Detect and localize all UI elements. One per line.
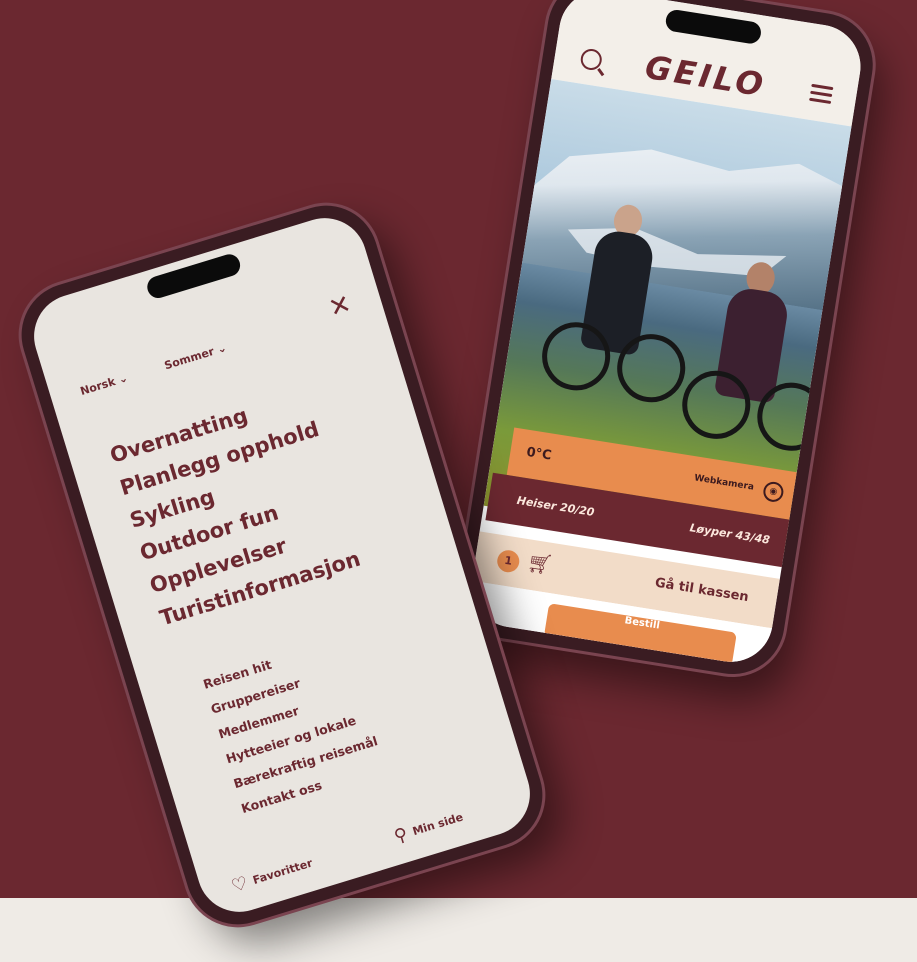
close-icon[interactable]: ✕: [325, 289, 355, 324]
mountain-shape: [492, 110, 866, 321]
my-page-link[interactable]: ⚲Min side: [391, 807, 466, 848]
my-page-label: Min side: [411, 810, 465, 839]
season-select[interactable]: Sommer ⌄: [163, 341, 228, 372]
user-icon: ⚲: [391, 823, 411, 848]
lifts-status: Heiser 20/20: [515, 493, 596, 519]
favorites-label: Favoritter: [251, 856, 315, 887]
favorites-link[interactable]: ♡Favoritter: [228, 853, 315, 898]
temperature-text: 0°C: [525, 444, 553, 464]
hamburger-menu-icon[interactable]: [809, 83, 834, 105]
language-select[interactable]: Norsk ⌄: [79, 371, 130, 398]
cart-icon[interactable]: 🛒︎: [526, 549, 555, 577]
webcam-icon[interactable]: ◉: [761, 480, 785, 504]
checkout-link[interactable]: Gå til kassen: [654, 576, 750, 606]
menu-screen: Norsk ⌄ Sommer ⌄ ✕ Overnatting Planlegg …: [23, 207, 541, 923]
phone-app-home: GEILO 0°C Webkamera ◉ Heiser 20/20 Løype…: [451, 0, 881, 682]
cart-count-badge: 1: [495, 548, 521, 574]
heart-icon: ♡: [228, 872, 251, 898]
app-screen: GEILO 0°C Webkamera ◉ Heiser 20/20 Løype…: [465, 0, 867, 668]
slopes-status: Løyper 43/48: [688, 521, 771, 547]
webcam-link[interactable]: Webkamera: [694, 473, 755, 492]
main-menu: Overnatting Planlegg opphold Sykling Out…: [106, 379, 365, 635]
footer-strip: [0, 898, 917, 962]
phone-menu: Norsk ⌄ Sommer ⌄ ✕ Overnatting Planlegg …: [8, 192, 556, 938]
secondary-menu: Reisen hit Gruppereiser Medlemmer Hyttee…: [200, 629, 389, 822]
